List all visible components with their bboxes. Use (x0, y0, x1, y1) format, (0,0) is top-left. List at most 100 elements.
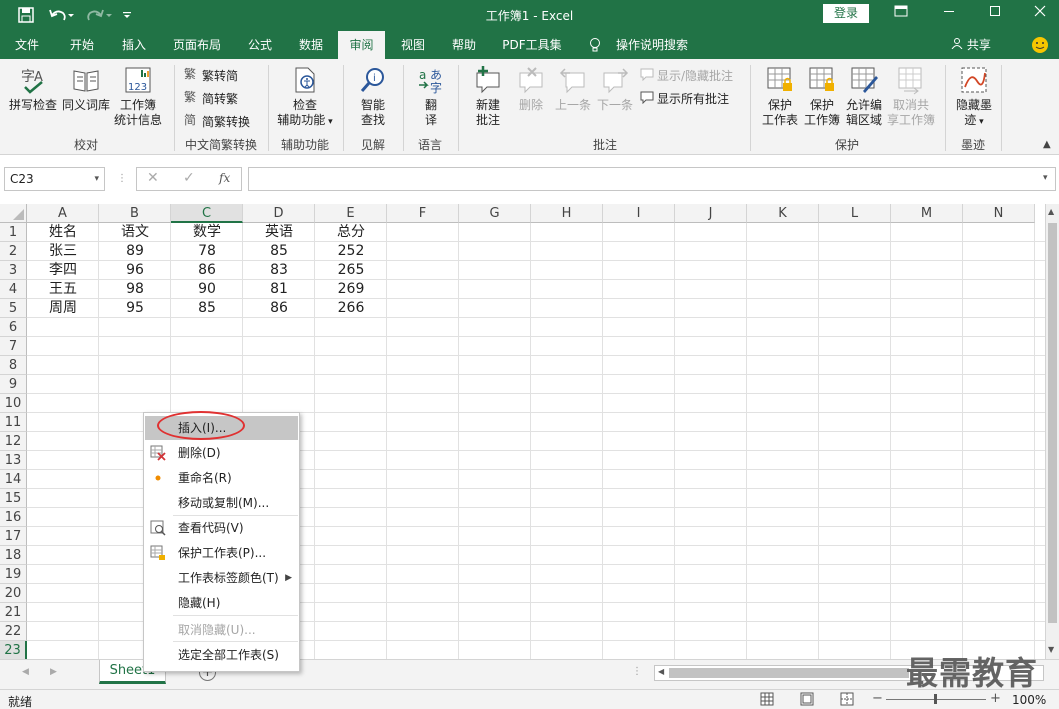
unshare-workbook-button[interactable]: 取消共 享工作簿 (885, 65, 937, 128)
row-header-2[interactable]: 2 (0, 242, 27, 261)
ribbon-display-options-icon[interactable] (886, 4, 916, 24)
cell-e4[interactable]: 269 (315, 280, 387, 299)
cell-c2[interactable]: 78 (171, 242, 243, 261)
column-header-f[interactable]: F (387, 204, 459, 223)
cell-a5[interactable]: 周周 (27, 299, 99, 318)
cell-a2[interactable]: 张三 (27, 242, 99, 261)
menu-item-unhide[interactable]: 取消隐藏(U)... (145, 618, 298, 642)
column-header-a[interactable]: A (27, 204, 99, 223)
next-comment-button[interactable]: 下一条 (595, 65, 635, 113)
menu-item-move-copy[interactable]: 移动或复制(M)... (145, 491, 298, 515)
hide-ink-button[interactable]: 隐藏墨 迹 ▾ (953, 65, 995, 130)
cell-d5[interactable]: 86 (243, 299, 315, 318)
menu-item-rename[interactable]: 重命名(R) (145, 466, 298, 490)
cell-b2[interactable]: 89 (99, 242, 171, 261)
cell-d3[interactable]: 83 (243, 261, 315, 280)
zoom-out-icon[interactable]: − (872, 691, 883, 706)
new-comment-button[interactable]: 新建 批注 (466, 65, 510, 128)
row-header-13[interactable]: 13 (0, 451, 27, 470)
workbook-statistics-button[interactable]: 123 工作簿 统计信息 (113, 65, 163, 128)
column-header-n[interactable]: N (963, 204, 1035, 223)
column-header-l[interactable]: L (819, 204, 891, 223)
cell-e1[interactable]: 总分 (315, 223, 387, 242)
column-header-k[interactable]: K (747, 204, 819, 223)
vertical-scroll-thumb[interactable] (1048, 223, 1057, 623)
row-header-8[interactable]: 8 (0, 356, 27, 375)
page-break-view-icon[interactable] (840, 692, 854, 706)
cell-b3[interactable]: 96 (99, 261, 171, 280)
cell-c5[interactable]: 85 (171, 299, 243, 318)
row-header-9[interactable]: 9 (0, 375, 27, 394)
horizontal-scroll-thumb[interactable] (669, 668, 909, 678)
column-header-e[interactable]: E (315, 204, 387, 223)
row-header-22[interactable]: 22 (0, 622, 27, 641)
row-header-19[interactable]: 19 (0, 565, 27, 584)
protect-sheet-button[interactable]: 保护 工作表 (759, 65, 801, 128)
tab-insert[interactable]: 插入 (111, 31, 157, 59)
row-header-10[interactable]: 10 (0, 394, 27, 413)
row-header-16[interactable]: 16 (0, 508, 27, 527)
menu-item-delete[interactable]: 删除(D) (145, 441, 298, 465)
cell-c1[interactable]: 数学 (171, 223, 243, 242)
scroll-down-icon[interactable]: ▼ (1048, 645, 1054, 654)
zoom-slider-thumb[interactable] (934, 694, 937, 704)
name-box-dropdown-icon[interactable]: ▾ (94, 168, 99, 190)
smiley-icon[interactable] (1029, 31, 1051, 59)
normal-view-icon[interactable] (760, 692, 774, 706)
share-button[interactable]: 共享 (946, 31, 996, 59)
column-header-d[interactable]: D (243, 204, 315, 223)
row-header-3[interactable]: 3 (0, 261, 27, 280)
scroll-left-icon[interactable]: ◀ (658, 667, 664, 676)
row-header-1[interactable]: 1 (0, 223, 27, 242)
minimize-icon[interactable] (934, 4, 964, 24)
show-hide-comment-button[interactable]: 显示/隐藏批注 (640, 65, 733, 85)
tab-page-layout[interactable]: 页面布局 (163, 31, 231, 59)
column-header-c[interactable]: C (171, 204, 243, 223)
row-header-11[interactable]: 11 (0, 413, 27, 432)
cell-c4[interactable]: 90 (171, 280, 243, 299)
cell-a4[interactable]: 王五 (27, 280, 99, 299)
tab-splitter-icon[interactable]: ⋮ (632, 666, 642, 677)
column-header-m[interactable]: M (891, 204, 963, 223)
tab-formulas[interactable]: 公式 (237, 31, 283, 59)
protect-workbook-button[interactable]: 保护 工作簿 (802, 65, 842, 128)
chinese-conversion-button[interactable]: 简 简繁转换 (184, 111, 250, 131)
menu-item-tab-color[interactable]: 工作表标签颜色(T) ▶ (145, 566, 298, 590)
tab-data[interactable]: 数据 (288, 31, 334, 59)
menu-item-protect-sheet[interactable]: 保护工作表(P)... (145, 541, 298, 565)
row-header-5[interactable]: 5 (0, 299, 27, 318)
row-header-12[interactable]: 12 (0, 432, 27, 451)
login-button[interactable]: 登录 (823, 4, 869, 23)
translate-button[interactable]: aあ字 翻 译 (412, 65, 450, 128)
row-header-7[interactable]: 7 (0, 337, 27, 356)
select-all-corner[interactable] (0, 204, 27, 223)
insert-function-button[interactable]: fx (219, 171, 230, 185)
enter-icon[interactable]: ✓ (183, 170, 195, 186)
cancel-icon[interactable]: ✕ (147, 170, 159, 186)
cell-b1[interactable]: 语文 (99, 223, 171, 242)
menu-item-hide[interactable]: 隐藏(H) (145, 591, 298, 615)
column-header-g[interactable]: G (459, 204, 531, 223)
row-header-6[interactable]: 6 (0, 318, 27, 337)
column-header-i[interactable]: I (603, 204, 675, 223)
name-box[interactable]: C23 ▾ (4, 167, 105, 191)
zoom-level[interactable]: 100% (1012, 693, 1046, 707)
show-all-comments-button[interactable]: 显示所有批注 (640, 88, 729, 108)
scroll-tabs-left-icon[interactable]: ◀ (22, 667, 29, 677)
smart-lookup-button[interactable]: i 智能 查找 (352, 65, 394, 128)
page-layout-view-icon[interactable] (800, 692, 814, 706)
row-header-4[interactable]: 4 (0, 280, 27, 299)
row-header-20[interactable]: 20 (0, 584, 27, 603)
cell-b5[interactable]: 95 (99, 299, 171, 318)
vertical-scrollbar[interactable]: ▲ ▼ (1045, 204, 1059, 659)
row-header-14[interactable]: 14 (0, 470, 27, 489)
cell-e2[interactable]: 252 (315, 242, 387, 261)
lightbulb-icon[interactable] (587, 31, 603, 59)
tab-home[interactable]: 开始 (59, 31, 105, 59)
cell-c3[interactable]: 86 (171, 261, 243, 280)
tab-view[interactable]: 视图 (390, 31, 436, 59)
collapse-ribbon-icon[interactable]: ▲ (1043, 139, 1051, 150)
cell-b4[interactable]: 98 (99, 280, 171, 299)
formula-input[interactable] (248, 167, 1056, 191)
row-header-21[interactable]: 21 (0, 603, 27, 622)
